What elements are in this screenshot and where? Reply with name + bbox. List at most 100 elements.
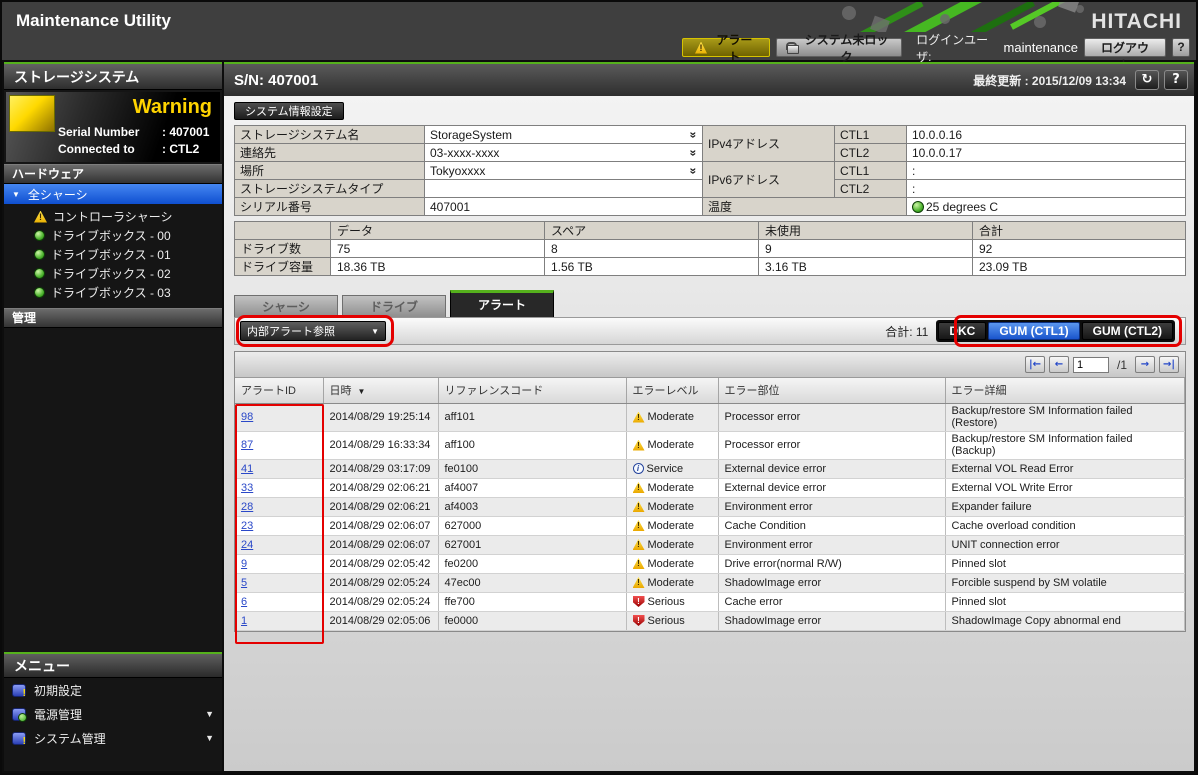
alert-detail-cell: Pinned slot (945, 554, 1185, 573)
alert-reference-cell: af4003 (438, 497, 626, 516)
alert-detail-cell: Cache overload condition (945, 516, 1185, 535)
storage-system-header: ストレージシステム (4, 64, 222, 90)
alert-id-link[interactable]: 9 (241, 558, 247, 570)
chevron-down-icon: ▼ (205, 733, 214, 743)
header-controls: ! アラート システム未ロック ログインユーザ: maintenance ログア… (682, 37, 1190, 58)
moderate-level-icon: ! (633, 539, 645, 550)
sidebar-tree-item[interactable]: ドライブボックス - 03 (4, 283, 222, 302)
warning-triangle-icon: ! (695, 42, 707, 54)
page-number-input[interactable] (1073, 357, 1109, 373)
scope-button-dkc[interactable]: DKC (938, 322, 986, 340)
contact-field[interactable]: 03-xxxx-xxxx» (425, 144, 703, 162)
alert-datetime-cell: 2014/08/29 02:06:07 (323, 535, 438, 554)
ctl1-label: CTL1 (835, 162, 907, 180)
alert-level-cell: iService (626, 459, 718, 478)
alert-detail-cell: Backup/restore SM Information failed (Re… (945, 403, 1185, 431)
refresh-button[interactable]: ↻ (1135, 70, 1159, 90)
alert-detail-cell: UNIT connection error (945, 535, 1185, 554)
alert-id-link[interactable]: 6 (241, 596, 247, 608)
alert-level-cell: !Moderate (626, 497, 718, 516)
drive-col-header: スペア (545, 222, 759, 240)
moderate-level-icon: ! (633, 440, 645, 451)
temperature-label: 温度 (703, 198, 907, 216)
storage-system-name-field[interactable]: StorageSystem» (425, 126, 703, 144)
col-header-error-level[interactable]: エラーレベル (626, 378, 718, 403)
menu-item[interactable]: システム管理▼ (4, 726, 222, 750)
alert-id-link[interactable]: 87 (241, 439, 253, 451)
col-header-alert-id[interactable]: アラートID (235, 378, 323, 403)
last-page-button[interactable]: →| (1159, 356, 1179, 373)
alert-id-link[interactable]: 98 (241, 411, 253, 423)
tab-drive[interactable]: ドライブ (342, 295, 446, 317)
first-page-button[interactable]: |← (1025, 356, 1045, 373)
alert-scope-group: DKC GUM (CTL1) GUM (CTL2) (936, 320, 1175, 342)
alert-level-label: Moderate (648, 577, 694, 589)
unlock-icon (787, 42, 797, 54)
ctl2-label: CTL2 (835, 144, 907, 162)
alert-total-count: 合計: 11 (885, 323, 928, 340)
serious-level-icon: ! (633, 615, 645, 626)
alert-table-row: 232014/08/29 02:06:07627000!ModerateCach… (235, 516, 1185, 535)
moderate-level-icon: ! (633, 577, 645, 588)
location-field[interactable]: Tokyoxxxx» (425, 162, 703, 180)
tab-chassis[interactable]: シャーシ (234, 295, 338, 317)
alert-table-row: 282014/08/29 02:06:21af4003!ModerateEnvi… (235, 497, 1185, 516)
alert-id-link[interactable]: 33 (241, 482, 253, 494)
chevron-down-icon: ▼ (371, 327, 379, 336)
header-help-button[interactable]: ? (1172, 38, 1190, 57)
sidebar-tree-item[interactable]: ドライブボックス - 02 (4, 264, 222, 283)
alert-id-link[interactable]: 23 (241, 520, 253, 532)
menu-item-label: 初期設定 (34, 682, 82, 699)
alert-table-row: 52014/08/29 02:05:2447ec00!ModerateShado… (235, 573, 1185, 592)
alert-table-row: 872014/08/29 16:33:34aff100!ModerateProc… (235, 431, 1185, 459)
expand-chevron-icon[interactable]: » (687, 149, 701, 156)
moderate-level-icon: ! (633, 412, 645, 423)
system-unlock-button[interactable]: システム未ロック (776, 38, 902, 57)
warning-triangle-icon: ! (34, 211, 47, 223)
alert-level-label: Moderate (648, 520, 694, 532)
status-text: Warning (133, 96, 212, 119)
alert-button[interactable]: ! アラート (682, 38, 770, 57)
system-info-settings-button[interactable]: システム情報設定 (234, 102, 344, 120)
scope-button-gum-ctl1[interactable]: GUM (CTL1) (988, 322, 1079, 340)
expand-chevron-icon[interactable]: » (687, 167, 701, 174)
alert-id-link[interactable]: 5 (241, 577, 247, 589)
alert-detail-cell: External VOL Write Error (945, 478, 1185, 497)
alert-reference-cell: 627001 (438, 535, 626, 554)
alert-id-link[interactable]: 24 (241, 539, 253, 551)
alert-level-label: Moderate (648, 501, 694, 513)
alert-id-link[interactable]: 41 (241, 463, 253, 475)
warning-status-icon (9, 95, 55, 132)
logout-button[interactable]: ログアウト (1084, 38, 1166, 57)
col-header-error-part[interactable]: エラー部位 (718, 378, 945, 403)
col-header-error-detail[interactable]: エラー詳細 (945, 378, 1185, 403)
next-page-button[interactable]: → (1135, 356, 1155, 373)
tab-alert[interactable]: アラート (450, 290, 554, 317)
drive-col-header: 未使用 (759, 222, 973, 240)
alert-level-label: Moderate (648, 558, 694, 570)
sidebar-tree-item[interactable]: !コントローラシャーシ (4, 207, 222, 226)
alert-id-link[interactable]: 1 (241, 615, 247, 627)
expand-chevron-icon[interactable]: » (687, 131, 701, 138)
sidebar-tree-item[interactable]: ドライブボックス - 00 (4, 226, 222, 245)
scope-button-gum-ctl2[interactable]: GUM (CTL2) (1082, 322, 1173, 340)
menu-item-label: 電源管理 (34, 706, 82, 723)
col-header-reference-code[interactable]: リファレンスコード (438, 378, 626, 403)
sidebar-tree-item[interactable]: ドライブボックス - 01 (4, 245, 222, 264)
menu-item[interactable]: 電源管理▼ (4, 702, 222, 726)
menu-item[interactable]: 初期設定 (4, 678, 222, 702)
main-help-button[interactable]: ? (1164, 70, 1188, 90)
alert-part-cell: Environment error (718, 497, 945, 516)
info-label: ストレージシステム名 (235, 126, 425, 144)
alert-reference-cell: fe0200 (438, 554, 626, 573)
alert-part-cell: Cache error (718, 592, 945, 611)
alert-id-link[interactable]: 28 (241, 501, 253, 513)
alert-source-dropdown[interactable]: 内部アラート参照 ▼ (240, 321, 386, 341)
ipv6-ctl1-value: : (907, 162, 1186, 180)
prev-page-button[interactable]: ← (1049, 356, 1069, 373)
drive-row-label: ドライブ数 (235, 240, 331, 258)
menu-item-icon (12, 708, 26, 721)
sidebar-item-all-chassis[interactable]: ▼ 全シャーシ (4, 184, 222, 204)
alert-level-cell: !Serious (626, 611, 718, 630)
col-header-datetime[interactable]: 日時▼ (323, 378, 438, 403)
